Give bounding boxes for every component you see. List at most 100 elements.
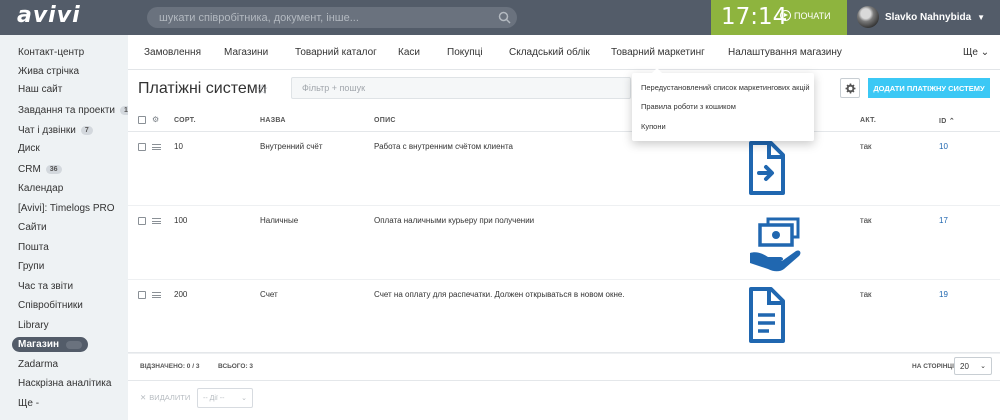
filter-search[interactable] — [291, 77, 631, 99]
tab-catalog[interactable]: Товарний каталог — [295, 47, 377, 58]
cell-description: Оплата наличными курьеру при получении — [374, 216, 535, 225]
user-menu[interactable]: Slavko Nahnybida ▼ — [857, 6, 985, 28]
sidebar-item-label: Календар — [18, 182, 64, 194]
drag-handle-icon[interactable] — [152, 218, 161, 224]
sidebar-item-shop[interactable]: Магазин — [12, 337, 89, 352]
global-search[interactable] — [147, 7, 517, 28]
table-footer: ВІДЗНАЧЕНО: 0 / 3 ВСЬОГО: 3 НА СТОРІНЦІ:… — [128, 352, 1000, 380]
start-label: ПОЧАТИ — [794, 10, 831, 21]
drag-handle-icon[interactable] — [152, 292, 161, 298]
sidebar-item-contact-center[interactable]: Контакт-центр — [18, 44, 84, 60]
top-bar: avivi 17:14 ПОЧАТИ Slavko Nahnybida ▼ — [0, 0, 1000, 35]
menu-item-coupons[interactable]: Купони — [641, 122, 666, 131]
cell-sort: 200 — [174, 290, 188, 299]
cell-description: Работа с внутренним счётом клиента — [374, 142, 513, 151]
sidebar-item-label: Групи — [18, 260, 45, 272]
sidebar-item-label: Наш сайт — [18, 83, 63, 95]
logo[interactable]: avivi — [17, 3, 81, 28]
tab-more[interactable]: Ще — [963, 47, 989, 58]
sidebar-item-tasks[interactable]: Завдання та проекти 1 — [18, 102, 132, 118]
filter-input[interactable] — [292, 78, 630, 98]
menu-item-marketing-presets[interactable]: Передустановлений список маркетингових а… — [641, 83, 810, 92]
sidebar-item-label: Чат і дзвінки — [18, 124, 76, 136]
row-checkbox[interactable] — [138, 143, 146, 151]
tab-customers[interactable]: Покупці — [447, 47, 483, 58]
delete-button[interactable]: ✕ ВИДАЛИТИ — [140, 393, 190, 402]
select-all-checkbox[interactable] — [138, 116, 146, 124]
actions-select[interactable]: -- Дії -- ⌄ — [197, 388, 253, 408]
marketing-dropdown: Передустановлений список маркетингових а… — [632, 68, 814, 141]
sidebar-item-time-reports[interactable]: Час та звіти — [18, 278, 73, 294]
sidebar-item-mail[interactable]: Пошта — [18, 239, 49, 255]
cell-sort: 10 — [174, 142, 183, 151]
add-payment-system-button[interactable]: ДОДАТИ ПЛАТІЖНУ СИСТЕМУ — [868, 78, 990, 98]
main-panel: Замовлення Магазини Товарний каталог Кас… — [128, 35, 1000, 420]
sidebar-item-calendar[interactable]: Календар — [18, 180, 63, 196]
tab-stores[interactable]: Магазини — [224, 47, 268, 58]
star-icon[interactable]: ☆ — [256, 81, 269, 98]
group-actions-bar: ✕ ВИДАЛИТИ -- Дії -- ⌄ — [128, 380, 1000, 420]
search-input[interactable] — [159, 7, 489, 28]
sidebar-item-feed[interactable]: Жива стрічка — [18, 63, 79, 79]
per-page-select[interactable]: 20 ⌄ — [954, 357, 992, 375]
tab-marketing[interactable]: Товарний маркетинг — [611, 47, 705, 58]
sidebar-item-disk[interactable]: Диск — [18, 140, 40, 156]
tab-orders[interactable]: Замовлення — [144, 47, 201, 58]
tab-inventory[interactable]: Складський облік — [509, 47, 590, 58]
sidebar-item-sites[interactable]: Сайти — [18, 219, 47, 235]
selected-count: ВІДЗНАЧЕНО: 0 / 3 — [140, 363, 200, 370]
cell-sort: 100 — [174, 216, 188, 225]
sidebar-item-label: Сайти — [18, 221, 47, 233]
table-row[interactable]: 200 Счет Счет на оплату для распечатки. … — [128, 281, 1000, 354]
cell-id[interactable]: 17 — [939, 216, 948, 225]
chevron-down-icon: ▼ — [977, 12, 986, 22]
avatar — [857, 6, 879, 28]
sort-asc-icon: ⌃ — [948, 118, 956, 125]
sidebar-item-label: Наскрізна аналітика — [18, 377, 112, 389]
sidebar-item-groups[interactable]: Групи — [18, 258, 44, 274]
sidebar-item-label: Співробітники — [18, 299, 83, 311]
table-row[interactable]: 100 Наличные Оплата наличными курьеру пр… — [128, 207, 1000, 280]
sidebar-item-site[interactable]: Наш сайт — [18, 81, 62, 97]
row-checkbox[interactable] — [138, 291, 146, 299]
cell-id[interactable]: 19 — [939, 290, 948, 299]
page-title: Платіжні системи — [138, 80, 267, 97]
sidebar-item-timelogs[interactable]: [Avivi]: Timelogs PRO — [18, 200, 115, 216]
sidebar-item-label: Контакт-центр — [18, 46, 85, 58]
per-page-label: НА СТОРІНЦІ: — [912, 363, 957, 370]
counter-badge: 36 — [45, 164, 62, 174]
sidebar-item-crm[interactable]: CRM 36 — [18, 161, 62, 177]
time-tracker: 17:14 ПОЧАТИ — [711, 0, 847, 35]
tab-cashboxes[interactable]: Каси — [398, 47, 420, 58]
sidebar-item-chat[interactable]: Чат і дзвінки 7 — [18, 122, 93, 138]
sidebar-item-library[interactable]: Library — [18, 317, 49, 333]
sidebar-item-label: Завдання та проекти — [18, 104, 115, 116]
cell-name: Наличные — [260, 216, 299, 225]
column-name[interactable]: НАЗВА — [260, 117, 286, 124]
sidebar-item-more[interactable]: Ще - — [18, 395, 39, 411]
sidebar-item-employees[interactable]: Співробітники — [18, 297, 83, 313]
settings-button[interactable] — [840, 78, 860, 98]
sidebar-item-label: CRM — [18, 163, 41, 175]
play-icon — [780, 10, 791, 21]
gear-icon[interactable]: ⚙ — [152, 115, 159, 124]
search-icon[interactable] — [498, 11, 511, 24]
sidebar-item-analytics[interactable]: Наскрізна аналітика — [18, 375, 111, 391]
column-sort[interactable]: СОРТ. — [174, 117, 196, 124]
tab-store-settings[interactable]: Налаштування магазину — [728, 47, 842, 58]
document-arrow-icon — [749, 141, 785, 195]
start-workday-button[interactable]: ПОЧАТИ — [780, 10, 831, 21]
row-checkbox[interactable] — [138, 217, 146, 225]
column-active[interactable]: АКТ. — [860, 117, 876, 124]
sidebar-item-label: Zadarma — [18, 358, 59, 370]
cash-hand-icon — [750, 217, 801, 272]
column-id[interactable]: ID ⌃ — [939, 117, 955, 125]
column-description[interactable]: ОПИС — [374, 117, 396, 124]
clock: 17:14 — [721, 4, 788, 30]
actions-select-value: -- Дії -- — [203, 394, 225, 402]
cell-id[interactable]: 10 — [939, 142, 948, 151]
table-row[interactable]: 10 Внутренний счёт Работа с внутренним с… — [128, 133, 1000, 206]
menu-item-cart-rules[interactable]: Правила роботи з кошиком — [641, 102, 736, 111]
drag-handle-icon[interactable] — [152, 144, 161, 150]
sidebar-item-zadarma[interactable]: Zadarma — [18, 356, 58, 372]
